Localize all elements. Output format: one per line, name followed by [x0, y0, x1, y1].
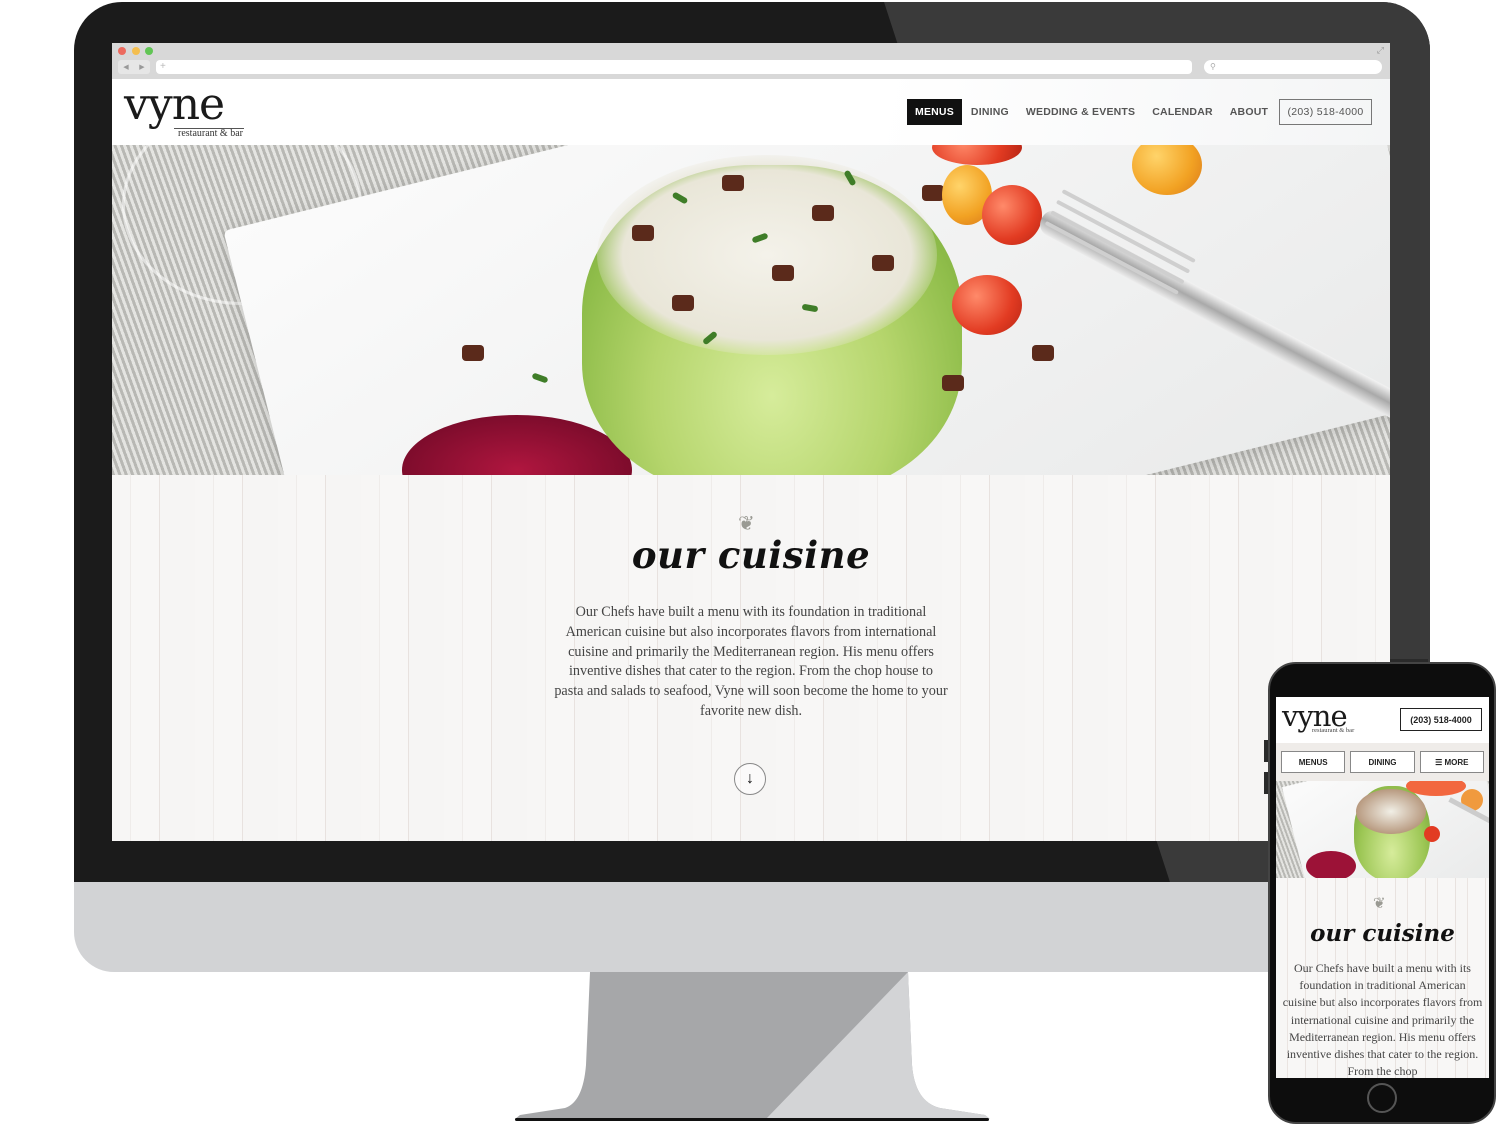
- hero-food-image: [112, 145, 1390, 475]
- scroll-down-button[interactable]: ↓: [734, 763, 766, 795]
- logo-wordmark: vyne: [124, 79, 225, 130]
- nav-item-calendar[interactable]: CALENDAR: [1144, 99, 1221, 125]
- back-icon[interactable]: ◀: [123, 63, 128, 71]
- browser-search-field[interactable]: ⚲: [1204, 60, 1382, 74]
- bacon-bit: [1032, 345, 1054, 361]
- bacon-bit: [812, 205, 834, 221]
- address-bar[interactable]: +: [156, 60, 1192, 74]
- nav-item-menus[interactable]: MENUS: [907, 99, 962, 125]
- nav-item-about[interactable]: ABOUT: [1222, 99, 1276, 125]
- mobile-section-description: Our Chefs have built a menu with its fou…: [1282, 961, 1483, 1078]
- main-nav: MENUS DINING WEDDING & EVENTS CALENDAR A…: [907, 99, 1277, 125]
- mobile-nav-more[interactable]: ☰ MORE: [1419, 751, 1484, 773]
- minimize-window-button[interactable]: [132, 47, 140, 55]
- logo-tagline: restaurant & bar: [178, 128, 243, 139]
- site-header: vyne restaurant & bar MENUS DINING WEDDI…: [112, 79, 1390, 145]
- pickled-beets: [1306, 851, 1356, 878]
- phone-home-button[interactable]: [1367, 1083, 1397, 1113]
- bacon-bit: [672, 295, 694, 311]
- cherry-tomato: [1424, 826, 1440, 842]
- search-icon: ⚲: [1210, 62, 1216, 71]
- bacon-bit: [722, 175, 744, 191]
- mobile-screen: vyne restaurant & bar (203) 518-4000 MEN…: [1276, 697, 1489, 1078]
- browser-chrome: ◀ ▶ + ⚲ ⤢: [112, 43, 1390, 79]
- bacon-bit: [922, 185, 944, 201]
- blue-cheese-dressing: [1356, 789, 1426, 834]
- forward-icon[interactable]: ▶: [139, 63, 144, 71]
- cherry-tomato: [952, 275, 1022, 335]
- phone-number-button[interactable]: (203) 518-4000: [1279, 99, 1372, 125]
- bacon-bit: [632, 225, 654, 241]
- mobile-phone-button[interactable]: (203) 518-4000: [1400, 708, 1482, 731]
- mobile-hero-image: [1276, 781, 1489, 878]
- site-logo[interactable]: vyne restaurant & bar: [124, 83, 254, 143]
- cherry-tomato: [982, 185, 1042, 245]
- vine-leaf-icon: ❦: [1373, 895, 1386, 912]
- section-title: our cuisine: [631, 533, 871, 577]
- bacon-bit: [872, 255, 894, 271]
- close-window-button[interactable]: [118, 47, 126, 55]
- stand-base-shadow: [515, 1118, 989, 1121]
- mobile-nav-dining[interactable]: DINING: [1350, 751, 1415, 773]
- mobile-logo-tagline: restaurant & bar: [1312, 727, 1355, 734]
- section-description: Our Chefs have built a menu with its fou…: [554, 604, 948, 719]
- history-buttons: ◀ ▶: [118, 60, 150, 74]
- fullscreen-icon[interactable]: ⤢: [1377, 45, 1384, 56]
- new-tab-icon[interactable]: +: [160, 61, 166, 72]
- desktop-screen: ◀ ▶ + ⚲ ⤢ vyne restaurant & bar MENUS DI…: [112, 43, 1390, 841]
- cuisine-section: ❦ our cuisine Our Chefs have built a men…: [112, 475, 1390, 841]
- mobile-header: vyne restaurant & bar (203) 518-4000: [1276, 697, 1489, 743]
- mobile-nav: MENUS DINING ☰ MORE: [1276, 743, 1489, 781]
- arrow-down-icon: ↓: [746, 770, 754, 787]
- nav-item-dining[interactable]: DINING: [963, 99, 1017, 125]
- nav-item-wedding-events[interactable]: WEDDING & EVENTS: [1018, 99, 1143, 125]
- bacon-bit: [942, 375, 964, 391]
- bacon-bit: [772, 265, 794, 281]
- mobile-section-title: our cuisine: [1310, 920, 1455, 947]
- imac-chin: [74, 882, 1430, 972]
- bacon-bit: [462, 345, 484, 361]
- mobile-cuisine-section: ❦ our cuisine Our Chefs have built a men…: [1276, 878, 1489, 1078]
- mobile-nav-menus[interactable]: MENUS: [1281, 751, 1346, 773]
- maximize-window-button[interactable]: [145, 47, 153, 55]
